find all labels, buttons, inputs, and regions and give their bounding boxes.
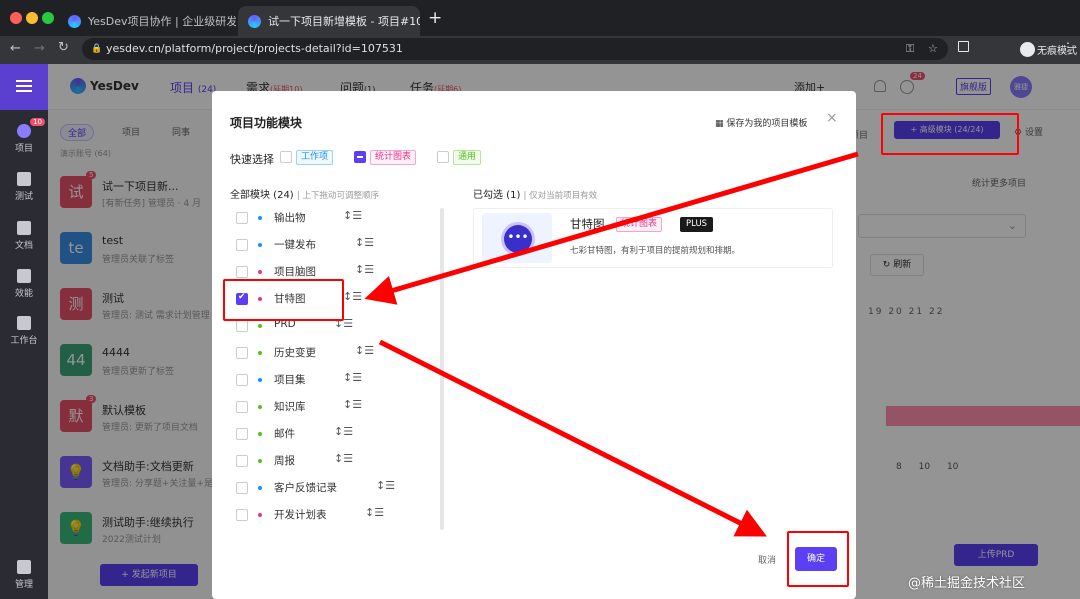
watermark: @稀土掘金技术社区 xyxy=(908,576,1026,591)
arrow-to-gantt xyxy=(364,151,859,305)
arrow-to-confirm xyxy=(378,339,767,537)
annotation-arrows xyxy=(364,151,859,537)
